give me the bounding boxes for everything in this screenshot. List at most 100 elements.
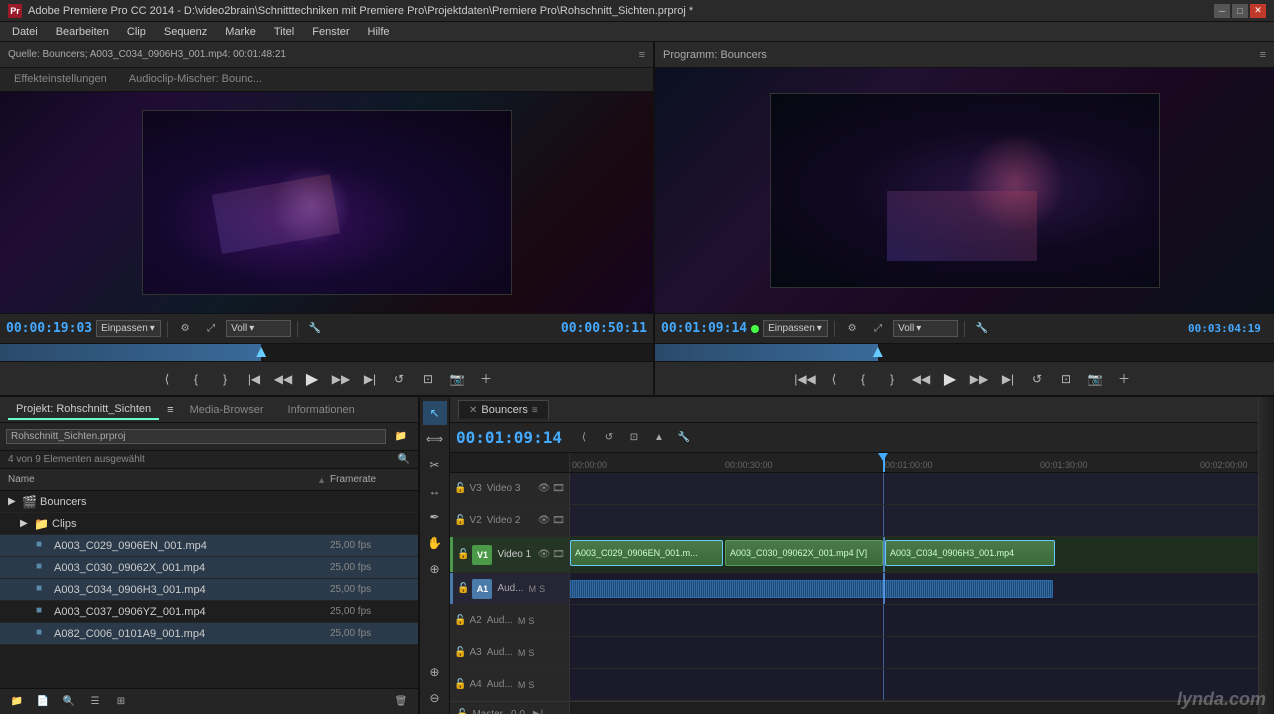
source-play-button[interactable]: ▶	[299, 366, 325, 392]
list-view-icon[interactable]: ☰	[84, 692, 106, 712]
program-more-icon[interactable]: ＋	[1111, 366, 1137, 392]
program-safe-icon[interactable]: ⊡	[1053, 366, 1079, 392]
hand-tool-button[interactable]: ✋	[423, 531, 447, 555]
master-play-icon[interactable]: ▶|	[533, 709, 543, 714]
menu-fenster[interactable]: Fenster	[304, 24, 357, 40]
slip-tool-button[interactable]: ↔	[423, 479, 447, 503]
a4-s[interactable]: S	[528, 680, 534, 690]
source-safe-icon[interactable]: ⊡	[415, 366, 441, 392]
menu-hilfe[interactable]: Hilfe	[360, 24, 398, 40]
program-fit-dropdown[interactable]: Einpassen ▾	[763, 320, 828, 337]
program-scrubber[interactable]	[655, 343, 1274, 361]
program-settings-icon[interactable]: ⚙	[841, 319, 863, 339]
list-item[interactable]: ■ A003_C034_0906H3_001.mp4 25,00 fps	[0, 579, 418, 601]
delete-icon[interactable]: 🗑	[390, 692, 412, 712]
a3-s[interactable]: S	[528, 648, 534, 658]
program-loop-icon[interactable]: ↺	[1024, 366, 1050, 392]
list-item[interactable]: ■ A003_C029_0906EN_001.mp4 25,00 fps	[0, 535, 418, 557]
icon-view-icon[interactable]: ⊞	[110, 692, 132, 712]
v2-film-icon[interactable]: 🎞	[552, 515, 565, 526]
program-wrench-icon[interactable]: 🔧	[971, 319, 993, 339]
program-step-fwd-icon[interactable]: ▶▶	[966, 366, 992, 392]
list-item[interactable]: ■ A003_C030_09062X_001.mp4 25,00 fps	[0, 557, 418, 579]
razor-tool-button[interactable]: ✂	[423, 453, 447, 477]
source-fit-dropdown[interactable]: Einpassen ▾	[96, 320, 161, 337]
v1-lock-icon[interactable]: 🔓	[457, 549, 469, 560]
a4-m[interactable]: M	[518, 680, 526, 690]
menu-clip[interactable]: Clip	[119, 24, 154, 40]
menu-titel[interactable]: Titel	[266, 24, 302, 40]
source-quality-dropdown[interactable]: Voll ▾	[226, 320, 291, 337]
program-mark-left-icon[interactable]: {	[850, 366, 876, 392]
program-to-start-icon[interactable]: |◀◀	[792, 366, 818, 392]
source-mark-left-icon[interactable]: {	[183, 366, 209, 392]
menu-datei[interactable]: Datei	[4, 24, 46, 40]
source-step-fwd-icon[interactable]: ▶▶	[328, 366, 354, 392]
source-insert-icon[interactable]: ＋	[473, 366, 499, 392]
menu-marke[interactable]: Marke	[217, 24, 264, 40]
a2-lock-icon[interactable]: 🔓	[454, 615, 466, 626]
maximize-button[interactable]: □	[1232, 4, 1248, 18]
a1-m[interactable]: M	[529, 584, 537, 594]
source-camera-icon[interactable]: 📷	[444, 366, 470, 392]
source-settings-icon[interactable]: ⚙	[174, 319, 196, 339]
new-item-icon[interactable]: 📄	[32, 692, 54, 712]
new-bin-icon[interactable]: 📁	[6, 692, 28, 712]
close-button[interactable]: ✕	[1250, 4, 1266, 18]
master-lock-icon[interactable]: 🔓	[456, 709, 468, 714]
a2-m[interactable]: M	[518, 616, 526, 626]
ripple-tool-button[interactable]: ⟺	[423, 427, 447, 451]
v2-eye-icon[interactable]: 👁	[538, 515, 551, 526]
informationen-tab[interactable]: Informationen	[280, 401, 363, 419]
timeline-insert-icon[interactable]: ⊡	[623, 428, 645, 448]
tab-audioclip-mischer[interactable]: Audioclip-Mischer: Bounc...	[119, 70, 272, 90]
source-mark-right-icon[interactable]: }	[212, 366, 238, 392]
a3-lock-icon[interactable]: 🔓	[454, 647, 466, 658]
program-export-icon[interactable]: ⤢	[867, 319, 889, 339]
audio-clip-1[interactable]	[570, 580, 1053, 598]
program-step-back-icon[interactable]: ◀◀	[908, 366, 934, 392]
program-play-button[interactable]: ▶	[937, 366, 963, 392]
source-panel-menu[interactable]: ≡	[639, 49, 645, 61]
project-folder-icon[interactable]: 📁	[390, 427, 412, 447]
project-panel-menu[interactable]: ≡	[167, 404, 173, 416]
a2-s[interactable]: S	[528, 616, 534, 626]
project-search-icon[interactable]: 🔍	[398, 454, 410, 465]
timeline-snap-icon[interactable]: ↺	[598, 428, 620, 448]
list-item[interactable]: ■ A082_C006_0101A9_001.mp4 25,00 fps	[0, 623, 418, 645]
timeline-add-marker-icon[interactable]: ⟨	[573, 428, 595, 448]
a1-lock-icon[interactable]: 🔓	[457, 583, 469, 594]
video-clip-1[interactable]: A003_C029_0906EN_001.m...	[570, 540, 723, 566]
v2-lock-icon[interactable]: 🔓	[454, 515, 466, 526]
source-prev-edit-icon[interactable]: |◀	[241, 366, 267, 392]
video-clip-2[interactable]: A003_C030_09062X_001.mp4 [V]	[725, 540, 883, 566]
source-step-back-icon[interactable]: ◀◀	[270, 366, 296, 392]
pen-tool-button[interactable]: ✒	[423, 505, 447, 529]
menu-sequenz[interactable]: Sequenz	[156, 24, 215, 40]
a4-lock-icon[interactable]: 🔓	[454, 679, 466, 690]
program-mark-right-icon[interactable]: }	[879, 366, 905, 392]
select-tool-button[interactable]: ↖	[423, 401, 447, 425]
v1-film-icon[interactable]: 🎞	[552, 549, 565, 560]
source-scrubber[interactable]	[0, 343, 653, 361]
a1-s[interactable]: S	[539, 584, 545, 594]
menu-bearbeiten[interactable]: Bearbeiten	[48, 24, 117, 40]
timeline-tab-close[interactable]: ✕	[469, 405, 477, 416]
source-export-icon[interactable]: ⤢	[200, 319, 222, 339]
video-clip-3[interactable]: A003_C034_0906H3_001.mp4	[885, 540, 1055, 566]
zoom-tool-button[interactable]: ⊕	[423, 557, 447, 581]
v3-eye-icon[interactable]: 👁	[538, 483, 551, 494]
zoom-in-timeline-icon[interactable]: ⊕	[423, 660, 447, 684]
media-browser-tab[interactable]: Media-Browser	[182, 401, 272, 419]
v3-lock-icon[interactable]: 🔓	[454, 483, 466, 494]
zoom-out-timeline-icon[interactable]: ⊖	[423, 686, 447, 710]
source-loop-icon[interactable]: ↺	[386, 366, 412, 392]
program-camera-icon[interactable]: 📷	[1082, 366, 1108, 392]
source-mark-in-icon[interactable]: ⟨	[154, 366, 180, 392]
timeline-lift-icon[interactable]: ▲	[648, 428, 670, 448]
program-quality-dropdown[interactable]: Voll ▾	[893, 320, 958, 337]
timeline-wrench-icon[interactable]: 🔧	[673, 428, 695, 448]
list-item[interactable]: ■ A003_C037_0906YZ_001.mp4 25,00 fps	[0, 601, 418, 623]
minimize-button[interactable]: ─	[1214, 4, 1230, 18]
list-item[interactable]: ▶ 🎬 Bouncers	[0, 491, 418, 513]
